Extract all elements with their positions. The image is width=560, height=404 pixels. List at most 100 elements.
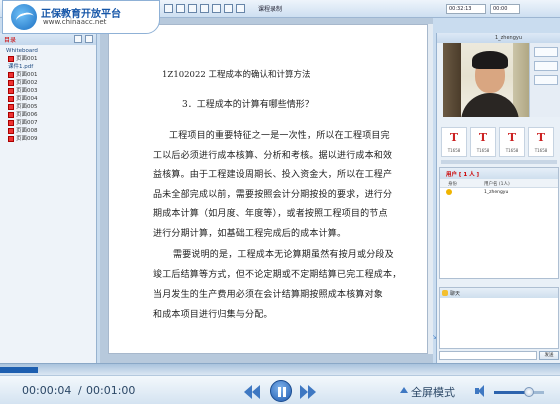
- page-icon: [8, 80, 14, 86]
- rewind-icon: [244, 385, 252, 399]
- page-icon: [8, 56, 14, 62]
- tree-doc[interactable]: 课件1.pdf: [2, 63, 96, 71]
- video-bg-shelf: [513, 43, 529, 117]
- rewind-icon: [252, 385, 260, 399]
- speaker-button[interactable]: [534, 75, 558, 85]
- tree-page[interactable]: 页面005: [2, 103, 96, 111]
- tree-page[interactable]: 页面001: [2, 71, 96, 79]
- side-panel: 1_zhengyu T T1658 T T1658 T T1658 T T1658 用户…: [436, 33, 560, 363]
- mic-button[interactable]: [534, 61, 558, 71]
- toolbar-title: 课程录制: [258, 6, 283, 13]
- tree-page[interactable]: 页面007: [2, 119, 96, 127]
- paragraph-line: 当月发生的生产费用必须在会计结算期按照成本核算对象: [153, 290, 384, 300]
- toolbar-tool-icon[interactable]: [212, 4, 221, 13]
- page-icon: [8, 88, 14, 94]
- page-icon: [8, 128, 14, 134]
- thumbnail-scrollbar[interactable]: [441, 160, 557, 164]
- user-row[interactable]: 1_zhengyu: [440, 188, 558, 197]
- thumbnail[interactable]: T T1658: [441, 127, 467, 157]
- paragraph-line: 和成本项目进行归集与分配。: [153, 310, 273, 320]
- speaker-cone-icon: [478, 385, 484, 397]
- user-list-title: 用户 [ 1 人 ]: [440, 168, 558, 179]
- brand-url: www.chinaacc.net: [43, 18, 107, 26]
- thumb-logo-icon: T: [507, 131, 517, 144]
- tree-page[interactable]: 页面002: [2, 79, 96, 87]
- tree-root-whiteboard[interactable]: Whiteboard: [2, 47, 96, 55]
- seek-progress: [0, 367, 38, 373]
- video-header: 1_zhengyu: [437, 33, 560, 43]
- paragraph-line: 进行分期计算，如基础工程完成后的成本计算。: [153, 228, 347, 239]
- paragraph-line: 工程项目的重要特征之一是一次性，所以在工程项目完: [169, 131, 390, 141]
- page-icon: [8, 72, 14, 78]
- thumb-logo-icon: T: [536, 131, 546, 144]
- tree-page[interactable]: 页面009: [2, 135, 96, 143]
- user-icon: [446, 189, 452, 195]
- tree-page-list: 页面001 页面002 页面003 页面004 页面005 页面006 页面007 页面008…: [2, 71, 96, 143]
- video-person-body: [461, 93, 519, 117]
- tree-page[interactable]: 页面008: [2, 127, 96, 135]
- pause-button[interactable]: [270, 380, 292, 402]
- document-scrollbar[interactable]: [428, 24, 433, 354]
- chat-header: 聊天: [440, 288, 558, 298]
- page-icon: [8, 104, 14, 110]
- toolbar-tool-icon[interactable]: [188, 4, 197, 13]
- thumbnail[interactable]: T T1658: [499, 127, 525, 157]
- toolbar-tool-icon[interactable]: [164, 4, 173, 13]
- chat-title: 聊天: [450, 291, 461, 297]
- volume-knob[interactable]: [524, 387, 534, 397]
- document-question: 3．工程成本的计算有哪些情形？: [182, 100, 314, 110]
- tree-page[interactable]: 页面004: [2, 95, 96, 103]
- fullscreen-icon[interactable]: [400, 387, 408, 393]
- user-list: 用户 [ 1 人 ] 身份 用户名 (1人) 1_zhengyu: [439, 167, 559, 279]
- paragraph-line: 期成本计算（如月度、年度等），或者按照工程项目的节点: [153, 209, 388, 219]
- toolbar-tool-icon[interactable]: [224, 4, 233, 13]
- paragraph-line: 竣工后结算等方式，但不论定期或不定期结算已完工程成本，: [153, 270, 402, 280]
- user-name: 1_zhengyu: [484, 190, 509, 195]
- toolbar-tool-icon[interactable]: [176, 4, 185, 13]
- video-bg-door: [443, 43, 461, 117]
- slide-thumbnails: T T1658 T T1658 T T1658 T T1658: [441, 127, 559, 163]
- page-icon: [8, 112, 14, 118]
- clock-field: 00:00: [490, 4, 520, 14]
- document-page: 1Z102022 工程成本的确认和计算方法 3．工程成本的计算有哪些情形？ 工程…: [108, 24, 436, 354]
- forward-icon: [308, 385, 316, 399]
- column-role: 身份: [448, 182, 457, 187]
- page-tree: Whiteboard 页面001 课件1.pdf 页面001 页面002 页面003…: [0, 45, 96, 143]
- volume-icon[interactable]: [475, 385, 489, 397]
- outline-header: 目录: [0, 33, 96, 45]
- page-icon: [8, 136, 14, 142]
- thumbnail[interactable]: T T1658: [470, 127, 496, 157]
- tree-page[interactable]: 页面003: [2, 87, 96, 95]
- outline-panel: 目录 Whiteboard 页面001 课件1.pdf 页面001 页面002 页面…: [0, 33, 97, 363]
- tree-page[interactable]: 页面001: [2, 55, 96, 63]
- current-time: 00:00:04: [22, 384, 72, 397]
- chat-panel: 聊天: [439, 287, 559, 349]
- seek-bar[interactable]: [0, 363, 560, 375]
- fullscreen-button[interactable]: 全屏模式: [411, 384, 455, 400]
- video-user-label: 1_zhengyu: [495, 35, 523, 41]
- toolbar-tool-icon[interactable]: [200, 4, 209, 13]
- time-separator: /: [78, 384, 82, 397]
- paragraph-line: 品未全部完成以前，需要按照会计分期按投的要求，进行分: [153, 189, 393, 200]
- toolbar-tool-icon[interactable]: [236, 4, 245, 13]
- column-name: 用户名 (1人): [484, 182, 510, 187]
- thumb-logo-icon: T: [478, 131, 488, 144]
- close-icon[interactable]: [85, 35, 93, 43]
- paragraph-line: 益核算。由于工程建设周期长、投入资金大，所以在工程产: [153, 170, 393, 180]
- document-title: 1Z102022 工程成本的确认和计算方法: [162, 70, 311, 80]
- paragraph-line: 需要说明的是，工程成本无论算期虽然有按月或分段及: [173, 250, 394, 260]
- send-button[interactable]: 发送: [539, 351, 559, 360]
- rewind-button[interactable]: [244, 384, 260, 399]
- timer-field: 00:32:13: [446, 4, 486, 14]
- camera-button[interactable]: [534, 47, 558, 57]
- thumbnail[interactable]: T T1658: [528, 127, 554, 157]
- tree-page[interactable]: 页面006: [2, 111, 96, 119]
- chat-input[interactable]: [439, 351, 537, 360]
- total-time: 00:01:00: [86, 384, 136, 397]
- document-viewport: 1Z102022 工程成本的确认和计算方法 3．工程成本的计算有哪些情形？ 工程…: [100, 18, 436, 363]
- forward-button[interactable]: [300, 384, 316, 399]
- player-controls: 00:00:04 / 00:01:00 全屏模式: [0, 375, 560, 404]
- minimize-icon[interactable]: [74, 35, 82, 43]
- toolbar-status: 00:32:13 00:00: [438, 2, 560, 16]
- logo-mark-icon: [11, 4, 37, 30]
